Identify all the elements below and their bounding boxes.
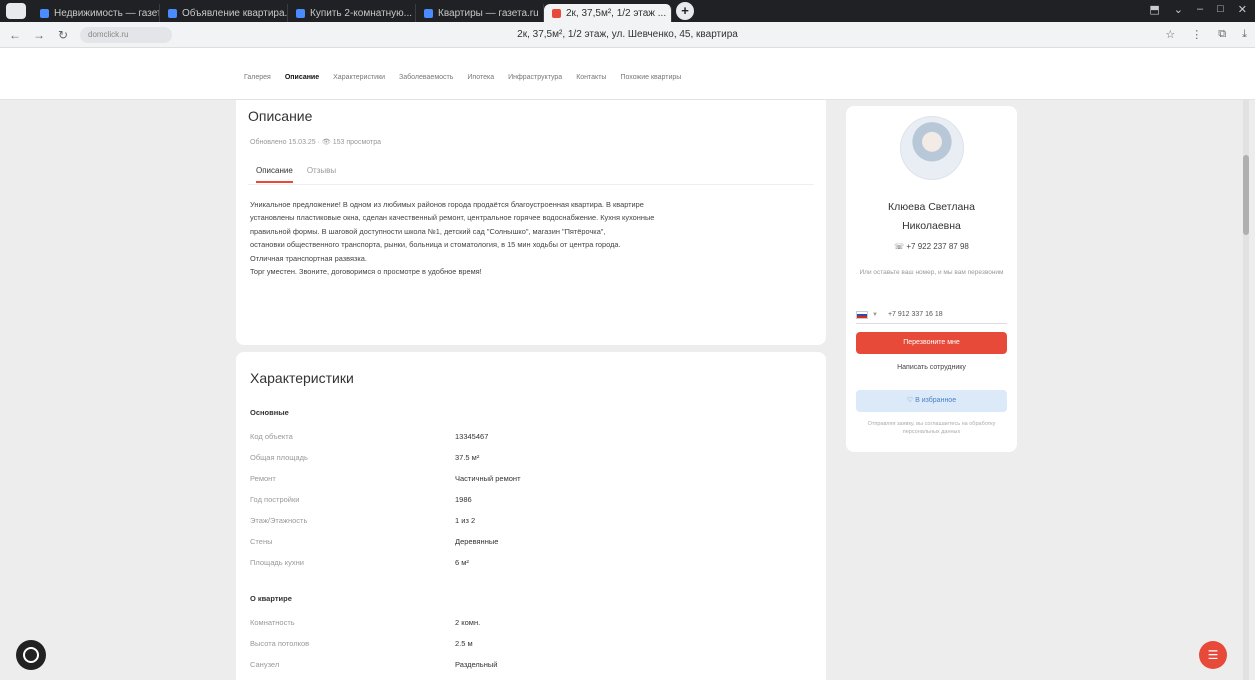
close-window-button[interactable]: ✕ (1238, 3, 1247, 16)
section-title-main: Основные (250, 408, 289, 417)
section-link-contacts[interactable]: Контакты (576, 74, 606, 81)
table-row: Комнатность 2 комн. (250, 618, 481, 627)
tab-search-icon[interactable]: ⬒ (1149, 3, 1159, 16)
minimize-button[interactable]: – (1197, 3, 1203, 16)
circle-icon (23, 647, 39, 663)
favorite-button[interactable]: ♡ В избранное (856, 390, 1007, 412)
avatar (900, 116, 964, 180)
table-row: Санузел Раздельный (250, 660, 498, 669)
reload-icon[interactable]: ↻ (54, 28, 72, 42)
bookmark-star-icon[interactable]: ☆ (1165, 28, 1175, 41)
table-row: Код объекта 13345467 (250, 432, 489, 441)
table-row: Этаж/Этажность 1 из 2 (250, 516, 476, 525)
site-section-nav: Галерея Описание Характеристики Заболева… (0, 48, 1255, 100)
section-link-description[interactable]: Описание (285, 74, 319, 81)
download-icon[interactable]: ⤓ (1242, 28, 1247, 41)
section-link-mortgage[interactable]: Ипотека (467, 74, 494, 81)
tab-favicon-icon (424, 8, 433, 18)
browser-tab[interactable]: Недвижимость — газета.ru (32, 4, 160, 22)
flag-icon (856, 310, 868, 319)
tabs-divider (248, 184, 814, 185)
agent-card: Клюева Светлана Николаевна ☏ +7 922 237 … (846, 106, 1017, 452)
chevron-down-icon[interactable]: ▼ (872, 312, 878, 318)
tab-favicon-icon (40, 8, 49, 18)
agent-name: Клюева Светлана Николаевна (888, 201, 975, 232)
heart-icon: ♡ (906, 397, 914, 404)
section-link-characteristics[interactable]: Характеристики (333, 74, 385, 81)
browser-tab[interactable]: Квартиры — газета.ru (416, 4, 544, 22)
call-me-button[interactable]: Перезвоните мне (856, 332, 1007, 354)
browser-tab-strip: Недвижимость — газета.ru Объявление квар… (0, 0, 1255, 22)
phone-field[interactable]: ▼ +7 912 337 16 18 (856, 306, 1007, 324)
new-tab-button[interactable]: + (676, 2, 694, 20)
section-link-gallery[interactable]: Галерея (244, 74, 271, 81)
consent-note: Отправляя заявку, вы соглашаетесь на обр… (867, 421, 996, 435)
maximize-button[interactable]: □ (1217, 3, 1224, 16)
browser-menu-icon[interactable] (6, 3, 26, 19)
tab-favicon-icon (168, 8, 177, 18)
chevron-down-icon[interactable]: ⌄ (1174, 3, 1183, 16)
write-agent-button[interactable]: Написать сотруднику (846, 364, 1017, 371)
tab-favicon-icon (552, 8, 561, 18)
browser-tab[interactable]: Объявление квартира... (160, 4, 288, 22)
table-row: Площадь кухни 6 м² (250, 558, 469, 567)
characteristics-card: Характеристики Основные Код объекта 13345… (236, 352, 826, 680)
callback-note: Или оставьте ваш номер, и мы вам перезво… (859, 269, 1004, 276)
phone-icon: ☏ (894, 242, 905, 251)
more-options-icon[interactable]: ⋮ (1191, 28, 1202, 41)
section-title-apartment: О квартире (250, 594, 292, 603)
table-row: Стены Деревянные (250, 537, 499, 546)
browser-tab[interactable]: Купить 2-комнатную... (288, 4, 416, 22)
page-title-bar: 2к, 37,5м², 1/2 этаж, ул. Шевченко, 45, … (517, 29, 738, 40)
section-link-morbidity[interactable]: Заболеваемость (399, 74, 453, 81)
url-input[interactable]: domclick.ru (80, 26, 172, 43)
tab-favicon-icon (296, 8, 305, 18)
chat-button[interactable]: ☰ (1199, 641, 1227, 669)
back-arrow-icon[interactable]: ← (6, 28, 24, 42)
agent-phone-link[interactable]: ☏ +7 922 237 87 98 (846, 242, 1017, 251)
scrollbar-thumb[interactable] (1243, 155, 1249, 235)
browser-tab-active[interactable]: 2к, 37,5м², 1/2 этаж ... (544, 4, 672, 22)
window-controls: ⬒ ⌄ – □ ✕ (1149, 3, 1247, 16)
characteristics-title: Характеристики (250, 370, 354, 386)
tab-reviews[interactable]: Отзывы (307, 166, 336, 183)
address-bar: ← → ↻ domclick.ru 2к, 37,5м², 1/2 этаж, … (0, 22, 1255, 48)
side-panel-icon[interactable]: ⧉ (1218, 28, 1226, 41)
table-row: Высота потолков 2.5 м (250, 639, 473, 648)
description-text: Уникальное предложение! В одном из любим… (250, 200, 655, 277)
description-card: Описание Обновлено 15.03.25 · 👁 153 прос… (236, 100, 826, 345)
table-row: Ремонт Частичный ремонт (250, 474, 521, 483)
section-link-infrastructure[interactable]: Инфраструктура (508, 74, 562, 81)
tab-description[interactable]: Описание (256, 166, 293, 183)
table-row: Общая площадь 37.5 м² (250, 453, 480, 462)
description-meta: Обновлено 15.03.25 · 👁 153 просмотра (250, 139, 381, 146)
section-link-similar[interactable]: Похожие квартиры (620, 74, 681, 81)
forward-arrow-icon[interactable]: → (30, 28, 48, 42)
description-title: Описание (248, 108, 313, 124)
table-row: Год постройки 1986 (250, 495, 472, 504)
chat-icon: ☰ (1207, 648, 1219, 662)
accessibility-button[interactable] (16, 640, 46, 670)
